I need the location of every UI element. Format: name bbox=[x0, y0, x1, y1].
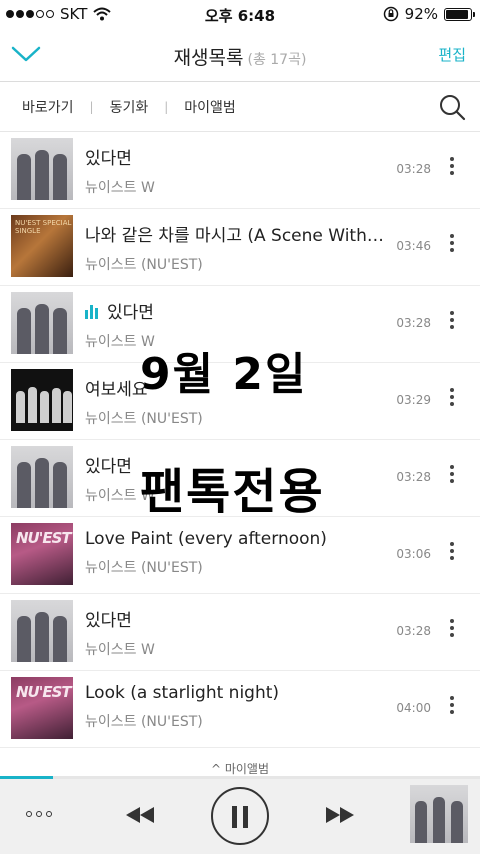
more-options-icon[interactable] bbox=[442, 308, 462, 338]
song-duration: 03:28 bbox=[396, 470, 431, 484]
more-options-icon[interactable] bbox=[442, 539, 462, 569]
list-item[interactable]: NU'EST SPECIAL SINGLE 나와 같은 차를 마시고 (A Sc… bbox=[0, 209, 480, 286]
song-artist: 뉴이스트 (NU'EST) bbox=[85, 411, 203, 427]
status-bar: SKT 오후 6:48 92% bbox=[0, 0, 480, 28]
more-options-icon[interactable] bbox=[442, 154, 462, 184]
divider: | bbox=[89, 100, 94, 114]
shortcut-link[interactable]: 바로가기 bbox=[22, 97, 74, 117]
playlist-header: 재생목록 (총 17곡) 편집 bbox=[0, 28, 480, 82]
album-cover-text: NU'EST bbox=[16, 683, 72, 701]
song-duration: 03:29 bbox=[396, 393, 431, 407]
song-title: 나와 같은 차를 마시고 (A Scene With You) bbox=[85, 226, 385, 246]
song-artist: 뉴이스트 W bbox=[85, 642, 155, 658]
title-text: 재생목록 bbox=[173, 47, 244, 69]
song-info: Love Paint (every afternoon) 뉴이스트 (NU'ES… bbox=[85, 529, 385, 577]
list-item[interactable]: 있다면 뉴이스트 W 03:28 bbox=[0, 132, 480, 209]
status-right: 92% bbox=[383, 5, 475, 23]
sub-navigation: 바로가기 | 동기화 | 마이앨범 bbox=[0, 83, 480, 132]
more-options-icon[interactable] bbox=[442, 616, 462, 646]
song-artist: 뉴이스트 (NU'EST) bbox=[85, 560, 203, 576]
song-info: 있다면 뉴이스트 W bbox=[85, 606, 385, 659]
song-title: Look (a starlight night) bbox=[85, 683, 280, 703]
song-title: 있다면 bbox=[85, 149, 132, 169]
pause-button[interactable] bbox=[211, 787, 269, 845]
divider: | bbox=[164, 100, 169, 114]
list-item[interactable]: NU'EST Love Paint (every afternoon) 뉴이스트… bbox=[0, 517, 480, 594]
song-title: 있다면 bbox=[85, 611, 132, 631]
player-menu-icon[interactable] bbox=[26, 805, 54, 823]
playlist: 있다면 뉴이스트 W 03:28 NU'EST SPECIAL SINGLE 나… bbox=[0, 132, 480, 748]
song-title: 있다면 bbox=[107, 303, 154, 323]
page-title: 재생목록 (총 17곡) bbox=[0, 43, 480, 70]
more-options-icon[interactable] bbox=[442, 462, 462, 492]
next-track-icon[interactable] bbox=[323, 803, 357, 827]
previous-track-icon[interactable] bbox=[123, 803, 157, 827]
song-artist: 뉴이스트 (NU'EST) bbox=[85, 257, 203, 273]
shortcut-links: 바로가기 | 동기화 | 마이앨범 bbox=[22, 97, 236, 117]
song-title-now-playing: 있다면 bbox=[85, 298, 385, 323]
album-cover: NU'EST bbox=[11, 677, 73, 739]
song-duration: 03:28 bbox=[396, 624, 431, 638]
song-duration: 03:28 bbox=[396, 162, 431, 176]
list-item[interactable]: 있다면 뉴이스트 W 03:28 bbox=[0, 594, 480, 671]
song-duration: 04:00 bbox=[396, 701, 431, 715]
album-cover bbox=[11, 292, 73, 354]
album-cover bbox=[11, 446, 73, 508]
track-count: (총 17곡) bbox=[247, 52, 307, 68]
battery-percent: 92% bbox=[404, 5, 438, 23]
song-artist: 뉴이스트 W bbox=[85, 180, 155, 196]
song-info: 나와 같은 차를 마시고 (A Scene With You) 뉴이스트 (NU… bbox=[85, 221, 385, 274]
album-cover bbox=[11, 138, 73, 200]
mini-player bbox=[0, 779, 480, 854]
now-playing-icon bbox=[85, 305, 101, 319]
battery-icon bbox=[444, 7, 475, 21]
my-album-link[interactable]: 마이앨범 bbox=[184, 97, 236, 117]
song-info: Look (a starlight night) 뉴이스트 (NU'EST) bbox=[85, 683, 385, 731]
album-cover-text: NU'EST bbox=[16, 529, 72, 547]
more-options-icon[interactable] bbox=[442, 231, 462, 261]
album-cover: NU'EST bbox=[11, 523, 73, 585]
list-item[interactable]: NU'EST Look (a starlight night) 뉴이스트 (NU… bbox=[0, 671, 480, 748]
song-duration: 03:46 bbox=[396, 239, 431, 253]
album-cover bbox=[11, 600, 73, 662]
more-options-icon[interactable] bbox=[442, 693, 462, 723]
more-options-icon[interactable] bbox=[442, 385, 462, 415]
overlay-note-text: 팬톡전용 bbox=[140, 464, 325, 520]
sync-link[interactable]: 동기화 bbox=[110, 97, 149, 117]
edit-button[interactable]: 편집 bbox=[438, 44, 466, 65]
album-cover-text: NU'EST SPECIAL SINGLE bbox=[15, 219, 72, 235]
now-playing-cover[interactable] bbox=[410, 785, 468, 843]
song-title: Love Paint (every afternoon) bbox=[85, 529, 327, 549]
song-duration: 03:06 bbox=[396, 547, 431, 561]
song-info: 있다면 뉴이스트 W bbox=[85, 144, 385, 197]
song-artist: 뉴이스트 (NU'EST) bbox=[85, 714, 203, 730]
orientation-lock-icon bbox=[383, 6, 398, 22]
song-duration: 03:28 bbox=[396, 316, 431, 330]
search-icon[interactable] bbox=[438, 93, 466, 121]
album-cover: NU'EST SPECIAL SINGLE bbox=[11, 215, 73, 277]
overlay-date-text: 9월 2일 bbox=[140, 349, 308, 400]
album-cover bbox=[11, 369, 73, 431]
